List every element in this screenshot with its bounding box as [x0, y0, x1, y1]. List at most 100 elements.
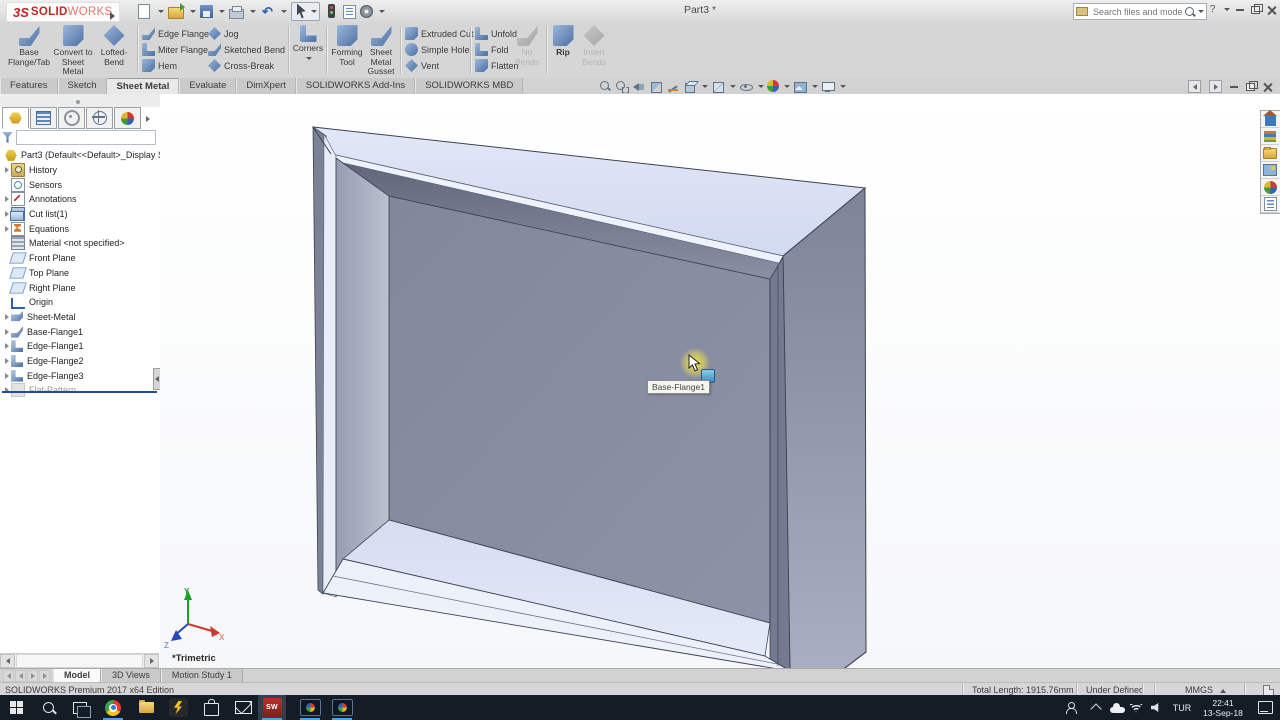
display-style-icon[interactable]: [711, 80, 725, 93]
tree-item-top-plane[interactable]: Top Plane: [0, 266, 160, 281]
display-style-dropdown-icon[interactable]: [730, 85, 736, 88]
model-right-face[interactable]: [783, 188, 866, 668]
tree-filter-input[interactable]: [16, 130, 156, 145]
onedrive-button[interactable]: [1106, 695, 1128, 720]
units-selector[interactable]: MMGS: [1185, 685, 1213, 695]
new-document-icon[interactable]: [138, 4, 150, 19]
tab-evaluate[interactable]: Evaluate: [179, 78, 236, 94]
print-dropdown-icon[interactable]: [250, 10, 256, 13]
panel-collapse-dot[interactable]: [76, 100, 80, 104]
vent-button[interactable]: Vent: [405, 59, 474, 72]
lofted-bend-button[interactable]: Lofted-Bend: [94, 25, 134, 67]
convert-to-sheet-metal-button[interactable]: Convert to Sheet Metal: [52, 25, 94, 77]
model-left-lip[interactable]: [323, 134, 336, 597]
tab-dimxpert[interactable]: DimXpert: [236, 78, 296, 94]
tree-item-origin[interactable]: Origin: [0, 295, 160, 310]
expand-icon[interactable]: [5, 329, 9, 335]
simple-hole-button[interactable]: Simple Hole: [405, 43, 474, 56]
task-pane-design-library[interactable]: [1261, 128, 1279, 145]
globe-app-1-button[interactable]: [296, 695, 324, 720]
scroll-track[interactable]: [16, 654, 143, 668]
tree-item-sheet-metal[interactable]: Sheet-Metal: [0, 310, 160, 325]
hem-button[interactable]: Hem: [142, 59, 209, 72]
jog-button[interactable]: Jog: [208, 27, 285, 40]
previous-view-icon[interactable]: [632, 80, 646, 93]
tree-item-edge-flange3[interactable]: Edge-Flange3: [0, 368, 160, 383]
search-input[interactable]: [1091, 6, 1185, 18]
forming-tool-button[interactable]: Forming Tool: [330, 25, 364, 67]
select-tool-button[interactable]: [291, 2, 320, 21]
dimxpertmanager-tab[interactable]: [86, 107, 113, 129]
task-pane-file-explorer[interactable]: [1261, 145, 1279, 162]
tree-item-sensors[interactable]: Sensors: [0, 177, 160, 192]
minimize-button[interactable]: [1233, 3, 1246, 16]
miter-flange-button[interactable]: Miter Flange: [142, 43, 209, 56]
scroll-left-icon[interactable]: [0, 654, 15, 668]
taskbar-search-button[interactable]: [34, 695, 62, 720]
help-dropdown-icon[interactable]: [1224, 8, 1230, 11]
tab-model[interactable]: Model: [53, 669, 101, 683]
new-dropdown-icon[interactable]: [158, 10, 164, 13]
measure-icon[interactable]: [666, 80, 680, 93]
sheet-metal-gusset-button[interactable]: Sheet Metal Gusset: [364, 25, 398, 77]
expand-icon[interactable]: [5, 314, 9, 320]
expand-icon[interactable]: [5, 358, 9, 364]
task-view-button[interactable]: [66, 695, 94, 720]
edit-appearance-icon[interactable]: [767, 80, 779, 92]
sheet-metal-model[interactable]: [160, 94, 1280, 668]
open-icon[interactable]: [168, 7, 184, 19]
undo-dropdown-icon[interactable]: [281, 10, 287, 13]
tree-item-front-plane[interactable]: Front Plane: [0, 251, 160, 266]
print-icon[interactable]: [229, 9, 244, 19]
cross-break-button[interactable]: Cross-Break: [208, 59, 285, 72]
tab-sketch[interactable]: Sketch: [58, 78, 107, 94]
lightning-app-button[interactable]: [164, 695, 192, 720]
restore-button[interactable]: [1249, 3, 1262, 16]
doc-back-button[interactable]: [1188, 80, 1201, 93]
tree-item-cut-list[interactable]: Cut list(1): [0, 207, 160, 222]
clock-button[interactable]: 22:4113-Sep-18: [1196, 695, 1250, 720]
expand-icon[interactable]: [5, 167, 9, 173]
extruded-cut-button[interactable]: Extruded Cut: [405, 27, 474, 40]
view-settings-icon[interactable]: [821, 80, 835, 93]
tab-solidworks-add-ins[interactable]: SOLIDWORKS Add-Ins: [296, 78, 415, 94]
search-icon[interactable]: [1185, 7, 1194, 16]
corners-dropdown-icon[interactable]: [306, 57, 312, 60]
start-button[interactable]: [2, 695, 30, 720]
units-dropdown-icon[interactable]: [1220, 685, 1226, 695]
appearance-dropdown-icon[interactable]: [784, 85, 790, 88]
doc-restore-icon[interactable]: [1246, 83, 1255, 91]
save-dropdown-icon[interactable]: [219, 10, 225, 13]
mail-button[interactable]: [229, 695, 257, 720]
tree-item-annotations[interactable]: Annotations: [0, 192, 160, 207]
expand-icon[interactable]: [5, 226, 9, 232]
zoom-to-fit-icon[interactable]: [598, 80, 612, 93]
tree-item-material[interactable]: Material <not specified>: [0, 236, 160, 251]
prev-sheet-icon[interactable]: [15, 670, 26, 682]
chrome-button[interactable]: [99, 695, 127, 720]
rollback-bar[interactable]: [2, 391, 157, 393]
select-dropdown-icon[interactable]: [311, 10, 317, 13]
doc-minimize-icon[interactable]: [1230, 86, 1238, 88]
next-sheet-icon[interactable]: [27, 670, 38, 682]
hide-show-items-icon[interactable]: [739, 80, 753, 93]
corners-button[interactable]: Corners: [292, 25, 324, 60]
language-button[interactable]: TUR: [1168, 695, 1196, 720]
section-view-icon[interactable]: [649, 80, 663, 93]
apply-scene-icon[interactable]: [793, 80, 807, 93]
view-orientation-icon[interactable]: [683, 80, 697, 93]
store-button[interactable]: [197, 695, 225, 720]
close-button[interactable]: [1265, 3, 1278, 16]
view-orientation-dropdown-icon[interactable]: [702, 85, 708, 88]
hide-show-dropdown-icon[interactable]: [758, 85, 764, 88]
open-dropdown-icon[interactable]: [190, 10, 196, 13]
expand-icon[interactable]: [5, 343, 9, 349]
doc-forward-button[interactable]: [1209, 80, 1222, 93]
displaymanager-tab[interactable]: [114, 107, 141, 129]
options-gear-icon[interactable]: [360, 5, 373, 18]
expand-icon[interactable]: [5, 211, 9, 217]
undo-icon[interactable]: ↶: [260, 4, 275, 19]
tree-item-edge-flange1[interactable]: Edge-Flange1: [0, 339, 160, 354]
expand-icon[interactable]: [5, 373, 9, 379]
solidworks-taskbar-button[interactable]: SW: [258, 695, 286, 720]
